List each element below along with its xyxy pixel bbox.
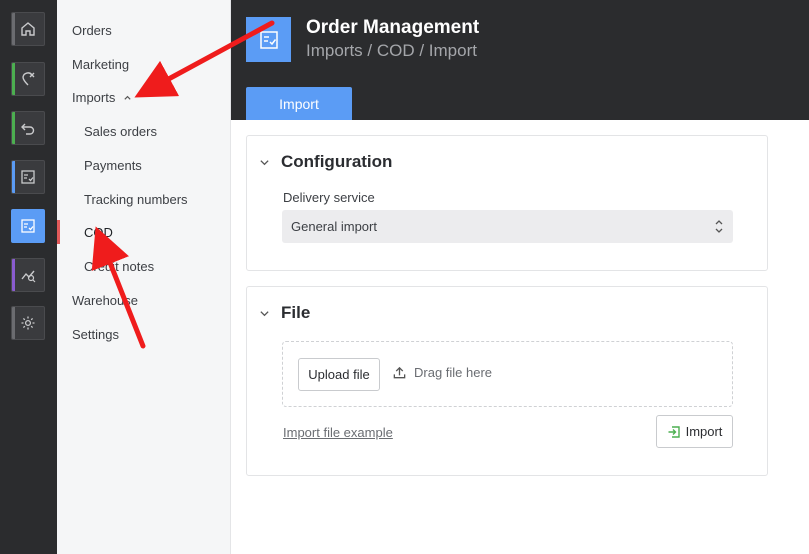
drag-hint-label: Drag file here bbox=[414, 365, 493, 380]
returns-button[interactable] bbox=[11, 111, 45, 145]
order-management-icon bbox=[21, 219, 35, 233]
nav-marketing[interactable]: Marketing bbox=[72, 57, 129, 72]
upload-file-button[interactable]: Upload file bbox=[298, 358, 380, 391]
nav-payments-label: Payments bbox=[84, 158, 142, 173]
gear-icon bbox=[21, 316, 35, 330]
file-card: File Upload file Drag file here Import f… bbox=[246, 286, 768, 476]
nav-tracking-numbers[interactable]: Tracking numbers bbox=[84, 192, 188, 207]
tab-import[interactable]: Import bbox=[246, 87, 352, 120]
configuration-header[interactable]: Configuration bbox=[259, 152, 392, 172]
file-title: File bbox=[281, 303, 311, 322]
order-management-button[interactable] bbox=[11, 209, 45, 243]
rail-stripe bbox=[12, 13, 15, 45]
nav-warehouse[interactable]: Warehouse bbox=[72, 293, 138, 308]
configuration-title: Configuration bbox=[281, 152, 393, 171]
nav-settings-label: Settings bbox=[72, 327, 119, 342]
active-item-marker bbox=[57, 220, 60, 244]
settings-button[interactable] bbox=[11, 306, 45, 340]
rail-stripe bbox=[12, 259, 15, 291]
breadcrumb: Imports / COD / Import bbox=[306, 41, 477, 60]
nav-imports-label: Imports bbox=[72, 90, 116, 105]
delivery-service-label: Delivery service bbox=[283, 190, 375, 205]
nav-marketing-label: Marketing bbox=[72, 57, 130, 72]
order-list-icon bbox=[21, 170, 35, 184]
icon-rail bbox=[0, 0, 57, 554]
nav-imports[interactable]: Imports bbox=[72, 90, 132, 105]
rail-stripe bbox=[12, 63, 15, 95]
nav-cod-label: COD bbox=[84, 225, 113, 240]
configuration-card: Configuration Delivery service General i… bbox=[246, 135, 768, 271]
delivery-service-value: General import bbox=[291, 219, 377, 234]
nav-warehouse-label: Warehouse bbox=[72, 293, 138, 308]
rail-stripe bbox=[12, 161, 15, 193]
rail-stripe bbox=[12, 112, 15, 144]
file-header[interactable]: File bbox=[259, 303, 310, 323]
nav-settings[interactable]: Settings bbox=[72, 327, 119, 342]
sub-navigation: Orders Marketing Imports Sales orders Pa… bbox=[57, 0, 231, 554]
order-list-button[interactable] bbox=[11, 160, 45, 194]
import-button-label: Import bbox=[685, 424, 723, 439]
nav-credit-notes-label: Credit notes bbox=[84, 259, 155, 274]
nav-sales-orders-label: Sales orders bbox=[84, 124, 157, 139]
nav-credit-notes[interactable]: Credit notes bbox=[84, 259, 154, 274]
return-icon bbox=[21, 123, 35, 135]
rail-stripe bbox=[12, 307, 15, 339]
nav-orders[interactable]: Orders bbox=[72, 23, 112, 38]
delivery-service-select[interactable]: General import bbox=[282, 210, 733, 243]
order-management-icon bbox=[259, 30, 278, 49]
import-icon bbox=[668, 425, 680, 438]
nav-cod[interactable]: COD bbox=[84, 225, 113, 240]
chevron-down-icon bbox=[260, 310, 269, 316]
page-title: Order Management bbox=[306, 17, 480, 38]
chevron-down-icon bbox=[260, 159, 269, 165]
nav-sales-orders[interactable]: Sales orders bbox=[84, 124, 157, 139]
import-button[interactable]: Import bbox=[656, 415, 733, 448]
app-logo bbox=[246, 17, 291, 62]
upload-icon bbox=[393, 366, 406, 379]
drag-hint: Drag file here bbox=[392, 365, 492, 380]
nav-orders-label: Orders bbox=[72, 23, 112, 38]
select-arrows-icon bbox=[715, 220, 723, 233]
home-icon bbox=[21, 22, 35, 36]
locations-button[interactable] bbox=[11, 62, 45, 96]
page-header: Order Management Imports / COD / Import … bbox=[231, 0, 809, 120]
analytics-button[interactable] bbox=[11, 258, 45, 292]
file-dropzone[interactable]: Upload file Drag file here bbox=[282, 341, 733, 407]
analytics-icon bbox=[21, 270, 36, 283]
home-button[interactable] bbox=[11, 12, 45, 46]
chevron-up-icon bbox=[124, 95, 131, 100]
nav-payments[interactable]: Payments bbox=[84, 158, 142, 173]
nav-tracking-numbers-label: Tracking numbers bbox=[84, 192, 188, 207]
location-off-icon bbox=[22, 72, 35, 86]
import-file-example-link[interactable]: Import file example bbox=[283, 425, 393, 440]
